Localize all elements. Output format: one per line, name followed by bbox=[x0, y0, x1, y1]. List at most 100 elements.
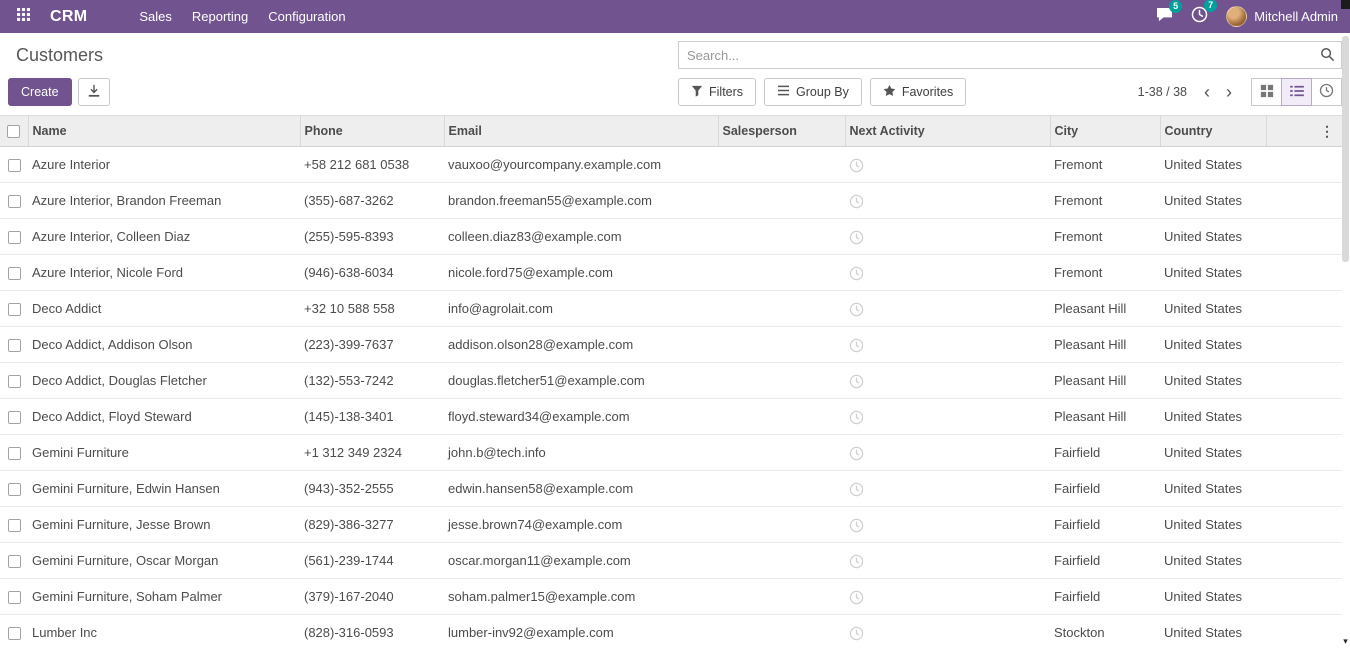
cell-salesperson[interactable] bbox=[718, 327, 845, 363]
cell-salesperson[interactable] bbox=[718, 399, 845, 435]
cell-city[interactable]: Stockton bbox=[1050, 615, 1160, 648]
cell-country[interactable]: United States bbox=[1160, 363, 1266, 399]
column-header-salesperson[interactable]: Salesperson bbox=[718, 116, 845, 147]
table-row[interactable]: Azure Interior, Brandon Freeman (355)-68… bbox=[0, 183, 1342, 219]
vertical-scrollbar[interactable]: ▾ bbox=[1341, 0, 1350, 648]
cell-city[interactable]: Fremont bbox=[1050, 183, 1160, 219]
cell-name[interactable]: Azure Interior bbox=[28, 147, 300, 183]
cell-country[interactable]: United States bbox=[1160, 327, 1266, 363]
cell-salesperson[interactable] bbox=[718, 219, 845, 255]
cell-phone[interactable]: (255)-595-8393 bbox=[300, 219, 444, 255]
cell-email[interactable]: nicole.ford75@example.com bbox=[444, 255, 718, 291]
row-checkbox[interactable] bbox=[8, 519, 21, 532]
cell-next-activity[interactable] bbox=[845, 543, 1050, 579]
cell-name[interactable]: Deco Addict, Floyd Steward bbox=[28, 399, 300, 435]
table-row[interactable]: Azure Interior, Colleen Diaz (255)-595-8… bbox=[0, 219, 1342, 255]
cell-next-activity[interactable] bbox=[845, 183, 1050, 219]
search-icon[interactable] bbox=[1320, 47, 1335, 67]
cell-phone[interactable]: (355)-687-3262 bbox=[300, 183, 444, 219]
cell-country[interactable]: United States bbox=[1160, 291, 1266, 327]
cell-next-activity[interactable] bbox=[845, 147, 1050, 183]
cell-phone[interactable]: +32 10 588 558 bbox=[300, 291, 444, 327]
cell-name[interactable]: Deco Addict, Douglas Fletcher bbox=[28, 363, 300, 399]
table-row[interactable]: Gemini Furniture, Soham Palmer (379)-167… bbox=[0, 579, 1342, 615]
table-row[interactable]: Deco Addict, Addison Olson (223)-399-763… bbox=[0, 327, 1342, 363]
cell-name[interactable]: Azure Interior, Colleen Diaz bbox=[28, 219, 300, 255]
table-row[interactable]: Azure Interior, Nicole Ford (946)-638-60… bbox=[0, 255, 1342, 291]
menu-reporting[interactable]: Reporting bbox=[182, 0, 258, 33]
cell-email[interactable]: soham.palmer15@example.com bbox=[444, 579, 718, 615]
cell-country[interactable]: United States bbox=[1160, 579, 1266, 615]
cell-city[interactable]: Fremont bbox=[1050, 255, 1160, 291]
pager-next-icon[interactable]: › bbox=[1219, 83, 1239, 101]
activities-button[interactable]: 7 bbox=[1191, 6, 1208, 28]
cell-email[interactable]: brandon.freeman55@example.com bbox=[444, 183, 718, 219]
pager-previous-icon[interactable]: ‹ bbox=[1197, 83, 1217, 101]
cell-name[interactable]: Deco Addict, Addison Olson bbox=[28, 327, 300, 363]
cell-country[interactable]: United States bbox=[1160, 399, 1266, 435]
table-row[interactable]: Deco Addict +32 10 588 558 info@agrolait… bbox=[0, 291, 1342, 327]
cell-country[interactable]: United States bbox=[1160, 255, 1266, 291]
cell-salesperson[interactable] bbox=[718, 471, 845, 507]
table-row[interactable]: Gemini Furniture, Jesse Brown (829)-386-… bbox=[0, 507, 1342, 543]
cell-phone[interactable]: (946)-638-6034 bbox=[300, 255, 444, 291]
row-checkbox[interactable] bbox=[8, 339, 21, 352]
cell-email[interactable]: vauxoo@yourcompany.example.com bbox=[444, 147, 718, 183]
user-menu[interactable]: Mitchell Admin bbox=[1226, 6, 1338, 27]
cell-city[interactable]: Fairfield bbox=[1050, 579, 1160, 615]
cell-next-activity[interactable] bbox=[845, 471, 1050, 507]
row-checkbox[interactable] bbox=[8, 159, 21, 172]
apps-menu-button[interactable] bbox=[10, 0, 36, 33]
cell-next-activity[interactable] bbox=[845, 435, 1050, 471]
row-checkbox[interactable] bbox=[8, 411, 21, 424]
cell-city[interactable]: Fremont bbox=[1050, 219, 1160, 255]
row-checkbox[interactable] bbox=[8, 375, 21, 388]
cell-name[interactable]: Gemini Furniture bbox=[28, 435, 300, 471]
row-checkbox[interactable] bbox=[8, 303, 21, 316]
cell-salesperson[interactable] bbox=[718, 255, 845, 291]
search-input[interactable] bbox=[678, 41, 1342, 69]
messages-button[interactable]: 5 bbox=[1156, 7, 1173, 27]
row-checkbox[interactable] bbox=[8, 483, 21, 496]
cell-phone[interactable]: (561)-239-1744 bbox=[300, 543, 444, 579]
column-header-phone[interactable]: Phone bbox=[300, 116, 444, 147]
scrollbar-up-arrow[interactable] bbox=[1341, 0, 1350, 9]
cell-phone[interactable]: (379)-167-2040 bbox=[300, 579, 444, 615]
cell-email[interactable]: lumber-inv92@example.com bbox=[444, 615, 718, 648]
cell-phone[interactable]: (943)-352-2555 bbox=[300, 471, 444, 507]
row-checkbox[interactable] bbox=[8, 447, 21, 460]
cell-email[interactable]: colleen.diaz83@example.com bbox=[444, 219, 718, 255]
cell-city[interactable]: Fremont bbox=[1050, 147, 1160, 183]
cell-country[interactable]: United States bbox=[1160, 543, 1266, 579]
row-checkbox[interactable] bbox=[8, 627, 21, 640]
activity-view-button[interactable] bbox=[1311, 78, 1342, 106]
cell-name[interactable]: Gemini Furniture, Soham Palmer bbox=[28, 579, 300, 615]
cell-phone[interactable]: (145)-138-3401 bbox=[300, 399, 444, 435]
cell-next-activity[interactable] bbox=[845, 291, 1050, 327]
cell-country[interactable]: United States bbox=[1160, 471, 1266, 507]
cell-city[interactable]: Pleasant Hill bbox=[1050, 399, 1160, 435]
table-row[interactable]: Deco Addict, Douglas Fletcher (132)-553-… bbox=[0, 363, 1342, 399]
filters-button[interactable]: Filters bbox=[678, 78, 756, 106]
column-header-country[interactable]: Country bbox=[1160, 116, 1266, 147]
cell-salesperson[interactable] bbox=[718, 363, 845, 399]
cell-phone[interactable]: (829)-386-3277 bbox=[300, 507, 444, 543]
column-header-next-activity[interactable]: Next Activity bbox=[845, 116, 1050, 147]
cell-country[interactable]: United States bbox=[1160, 219, 1266, 255]
list-view-button[interactable] bbox=[1281, 78, 1312, 106]
cell-salesperson[interactable] bbox=[718, 147, 845, 183]
kanban-view-button[interactable] bbox=[1251, 78, 1282, 106]
favorites-button[interactable]: Favorites bbox=[870, 78, 966, 106]
select-all-checkbox[interactable] bbox=[7, 125, 20, 138]
cell-name[interactable]: Azure Interior, Nicole Ford bbox=[28, 255, 300, 291]
cell-name[interactable]: Deco Addict bbox=[28, 291, 300, 327]
cell-city[interactable]: Pleasant Hill bbox=[1050, 291, 1160, 327]
row-checkbox[interactable] bbox=[8, 231, 21, 244]
table-row[interactable]: Azure Interior +58 212 681 0538 vauxoo@y… bbox=[0, 147, 1342, 183]
cell-next-activity[interactable] bbox=[845, 327, 1050, 363]
cell-salesperson[interactable] bbox=[718, 291, 845, 327]
cell-next-activity[interactable] bbox=[845, 399, 1050, 435]
cell-email[interactable]: edwin.hansen58@example.com bbox=[444, 471, 718, 507]
create-button[interactable]: Create bbox=[8, 78, 72, 106]
cell-email[interactable]: addison.olson28@example.com bbox=[444, 327, 718, 363]
